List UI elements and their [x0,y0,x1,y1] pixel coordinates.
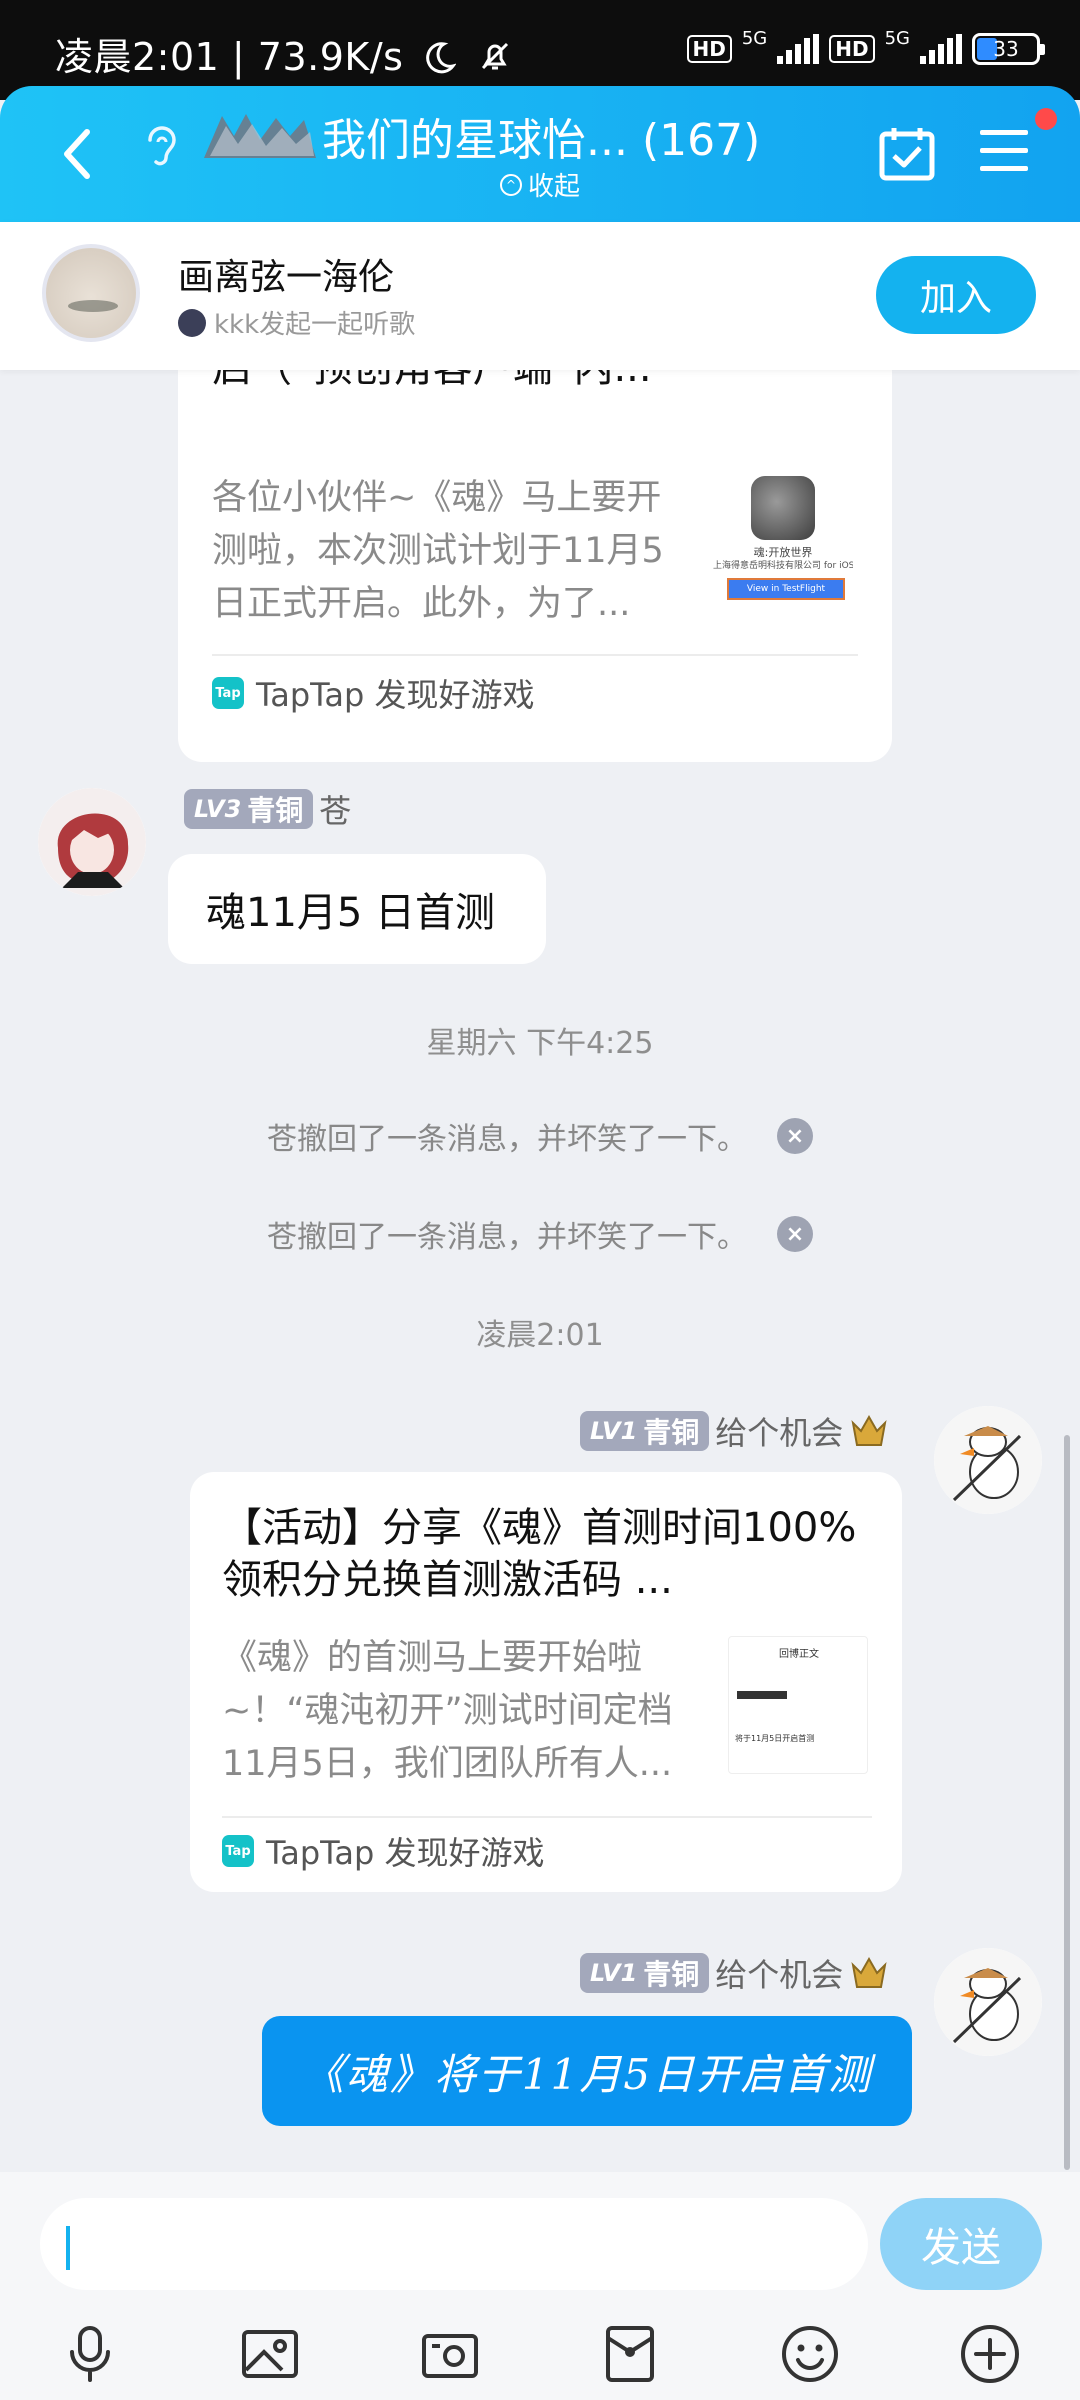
username-gegejihui[interactable]: 给个机会 [715,1950,843,1996]
hd-badge: HD [686,34,732,63]
close-icon[interactable]: × [777,1118,813,1154]
collapse-up-icon: ^ [500,173,522,196]
card2-title: 【活动】分享《魂》首测时间100%领积分兑换首测激活码 ... [222,1505,857,1603]
avatar-cang[interactable] [38,788,146,896]
username-gegejihui[interactable]: 给个机会 [715,1408,843,1454]
thumb-testflight-button: View in TestFlight [727,578,845,600]
rank-text: 青铜 [643,1958,700,1991]
username-cang[interactable]: 苍 [319,786,351,832]
card2-desc: 《魂》的首测马上要开始啦~！“魂沌初开”测试时间定档11月5日，我们团队所有人.… [222,1638,673,1784]
level-text: LV1 [590,1959,638,1987]
menu-icon[interactable] [978,126,1030,176]
card1-desc: 各位小伙伴~《魂》马上要开测啦，本次测试计划于11月5日正式开启。此外，为了..… [212,478,664,624]
goose-avatar-icon [934,1406,1042,1514]
rank-text: 青铜 [643,1416,700,1449]
recall-notice-2: 苍撤回了一条消息，并坏笑了一下。 × [0,1212,1080,1256]
status-time-speed: 凌晨2:01 | 73.9K/s [55,35,404,79]
status-bar: 凌晨2:01 | 73.9K/s HD 5G HD 5G 33 [0,0,1080,100]
avatar-gegejihui-2[interactable] [934,1948,1042,2056]
share-card-1[interactable]: 《魂》首测版本将于11月5日正式开启（“预创角客户端”内... 各位小伙伴~《魂… [178,293,892,762]
goose-avatar-icon [934,1948,1042,2056]
battery-level: 33 [993,36,1019,61]
level-text: LV3 [194,795,242,823]
message-bubble-blue[interactable]: 《魂》将于11月5日开启首测 [262,2016,912,2126]
listen-together-banner: 画离弦一海伦 kkk发起一起听歌 加入 [0,222,1080,370]
thumb-game-icon [751,476,815,540]
taptap-logo-icon: Tap [222,1835,254,1867]
crown-badge-icon [851,1414,887,1446]
emoji-icon[interactable] [778,2322,842,2386]
card2-divider [222,1816,872,1818]
camera-icon[interactable] [418,2322,482,2386]
user-line-gegejihui-2: LV1 青铜 给个机会 [580,1950,889,1996]
card1-divider [212,654,858,656]
collapse-toggle[interactable]: ^ 收起 [500,166,580,203]
card1-source-label: TapTap 发现好游戏 [256,676,535,714]
join-button[interactable]: 加入 [876,256,1036,334]
back-icon[interactable] [55,124,99,184]
card2-thumbnail: 回博正文 将于11月5日开启首测 [728,1636,868,1774]
user-line-gegejihui: LV1 青铜 给个机会 [580,1408,889,1454]
input-panel: 发送 [0,2172,1080,2400]
message-input[interactable] [40,2198,868,2290]
timestamp-1: 星期六 下午4:25 [426,1026,654,1061]
level-badge: LV3 青铜 [184,789,314,829]
banner-song-title: 画离弦一海伦 [178,257,395,298]
taptap-logo-icon: Tap [212,677,244,709]
collapse-label: 收起 [528,172,581,202]
battery-icon: 33 [972,32,1045,65]
card1-source: Tap TapTap 发现好游戏 [212,670,535,716]
thumb2-line: 将于11月5日开启首测 [735,1734,815,1743]
moon-icon [426,42,457,74]
group-logo [204,114,316,158]
level-text: LV1 [590,1417,638,1445]
recall-notice-1: 苍撤回了一条消息，并坏笑了一下。 × [0,1114,1080,1158]
signal-icon [777,33,820,64]
thumb2-title: 回博正文 [779,1649,819,1660]
listen-icon[interactable] [140,118,184,174]
card2-source-label: TapTap 发现好游戏 [266,1834,545,1872]
rank-text: 青铜 [247,794,304,827]
level-badge: LV1 青铜 [580,1411,710,1451]
network-type: 5G [741,28,768,49]
mute-bell-icon [481,42,508,70]
red-packet-icon[interactable] [598,2322,662,2386]
close-icon[interactable]: × [777,1216,813,1252]
card2-source: Tap TapTap 发现好游戏 [222,1828,545,1874]
recall-text-2: 苍撤回了一条消息，并坏笑了一下。 [267,1220,747,1255]
network-type-2: 5G [884,28,910,49]
recall-text-1: 苍撤回了一条消息，并坏笑了一下。 [267,1122,747,1157]
signal-icon-2 [920,33,962,64]
banner-subtitle: kkk发起一起听歌 [214,310,416,340]
message-bubble[interactable]: 魂11月5 日首测 [168,854,546,964]
text-caret [66,2226,70,2270]
plus-icon[interactable] [958,2322,1022,2386]
share-card-2[interactable]: 【活动】分享《魂》首测时间100%领积分兑换首测激活码 ... 《魂》的首测马上… [190,1472,902,1892]
group-title[interactable]: 我们的星球怡... (167) [322,104,760,168]
chat-header: 我们的星球怡... (167) ^ 收起 [0,86,1080,222]
card1-thumbnail: 魂:开放世界 上海得意岳明科技有限公司 for iOS View in Test… [713,470,853,610]
send-button[interactable]: 发送 [880,2198,1042,2290]
anime-avatar-icon [38,788,146,896]
avatar-gegejihui[interactable] [934,1406,1042,1514]
timestamp-2: 凌晨2:01 [476,1318,604,1353]
hd-badge-2: HD [829,34,875,63]
mic-icon[interactable] [58,2322,122,2386]
level-badge: LV1 青铜 [580,1953,710,1993]
calendar-check-icon[interactable] [878,124,936,182]
scrollbar[interactable] [1064,1435,1070,2170]
image-icon[interactable] [238,2322,302,2386]
banner-avatar [42,244,140,342]
notification-dot [1035,108,1057,130]
crown-badge-icon [851,1956,887,1988]
initiator-avatar [178,308,206,337]
thumb-line2: 上海得意岳明科技有限公司 for iOS [713,561,853,571]
user-line-cang: LV3 青铜 苍 [184,786,351,832]
